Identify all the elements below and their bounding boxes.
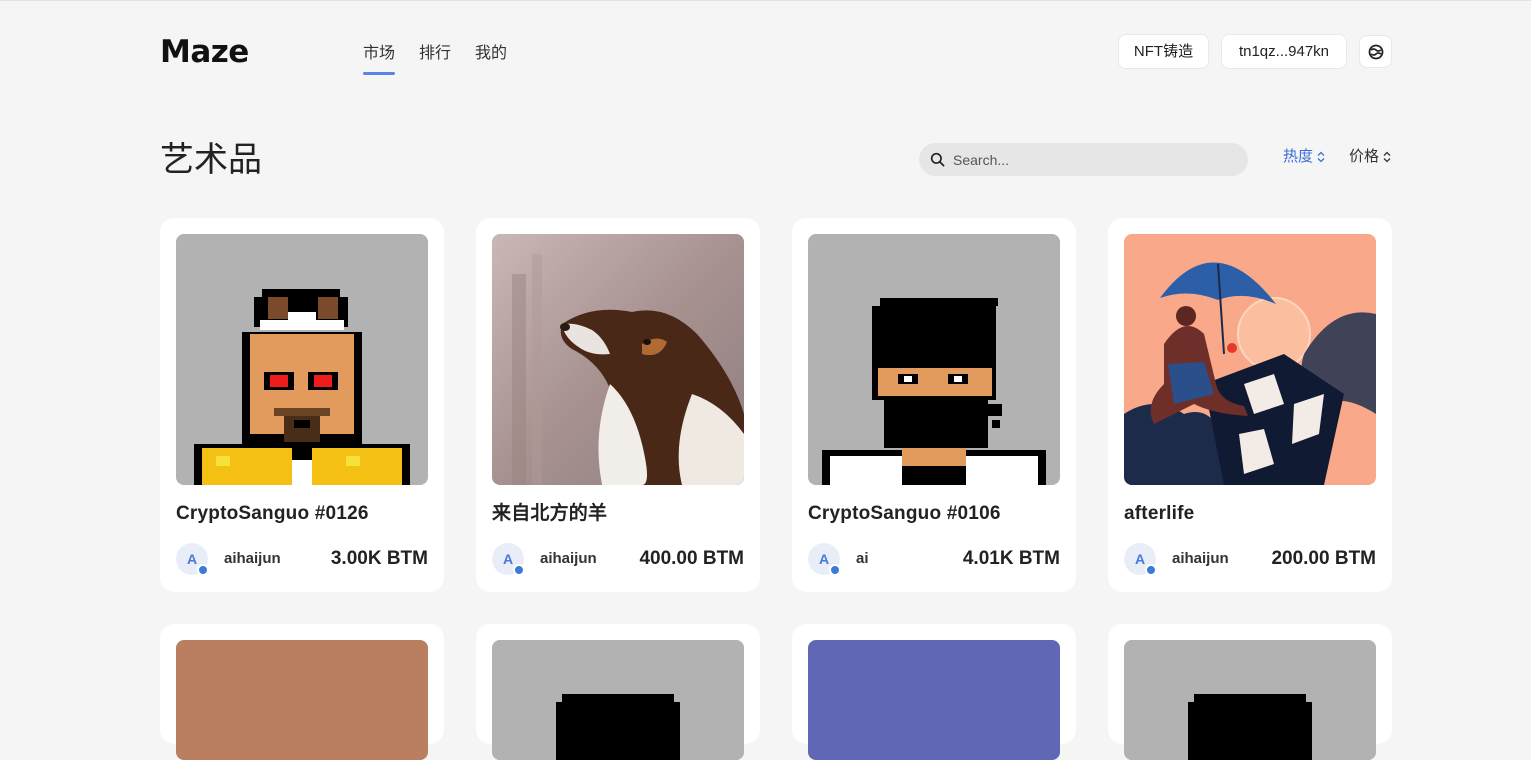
nav-tab-market[interactable]: 市场 bbox=[363, 43, 396, 75]
logo[interactable]: Maze bbox=[160, 34, 249, 70]
verified-badge-icon bbox=[197, 564, 209, 576]
owner-name[interactable]: ai bbox=[856, 549, 869, 569]
nft-image[interactable] bbox=[176, 640, 428, 760]
sort-by-heat[interactable]: 热度 bbox=[1283, 147, 1325, 167]
nft-card[interactable]: 来自北方的羊 A aihaijun 400.00 BTM bbox=[476, 218, 760, 592]
nft-name[interactable]: CryptoSanguo #0126 bbox=[176, 502, 369, 526]
owner-name[interactable]: aihaijun bbox=[540, 549, 597, 569]
nft-name[interactable]: 来自北方的羊 bbox=[492, 502, 607, 526]
sort-price-label: 价格 bbox=[1349, 148, 1380, 165]
nav-tab-mine[interactable]: 我的 bbox=[475, 43, 507, 65]
nft-price: 200.00 BTM bbox=[1271, 548, 1376, 569]
verified-badge-icon bbox=[1145, 564, 1157, 576]
nft-image[interactable] bbox=[492, 640, 744, 760]
nft-card[interactable]: CryptoSanguo #0126 A aihaijun 3.00K BTM bbox=[160, 218, 444, 592]
owner-name[interactable]: aihaijun bbox=[224, 549, 281, 569]
sort-caret-icon bbox=[1317, 151, 1325, 163]
sort-heat-label: 热度 bbox=[1283, 148, 1314, 165]
nft-image[interactable] bbox=[1124, 234, 1376, 485]
nft-image[interactable] bbox=[176, 234, 428, 485]
search-input[interactable] bbox=[953, 151, 1233, 168]
verified-badge-icon bbox=[513, 564, 525, 576]
search-bar[interactable] bbox=[919, 143, 1248, 176]
top-border bbox=[0, 0, 1531, 1]
nft-name[interactable]: afterlife bbox=[1124, 502, 1194, 526]
language-icon bbox=[1368, 44, 1383, 59]
nft-mint-button[interactable]: NFT铸造 bbox=[1118, 34, 1209, 69]
page-title: 艺术品 bbox=[160, 140, 262, 180]
nft-price: 3.00K BTM bbox=[330, 548, 428, 569]
nft-card[interactable] bbox=[792, 624, 1076, 760]
sort-by-price[interactable]: 价格 bbox=[1349, 147, 1391, 167]
main-nav: 市场 排行 我的 bbox=[363, 43, 507, 75]
nft-image[interactable] bbox=[808, 234, 1060, 485]
nft-image[interactable] bbox=[1124, 640, 1376, 760]
nft-card[interactable] bbox=[1108, 624, 1392, 760]
sort-caret-icon bbox=[1383, 151, 1391, 163]
nft-image[interactable] bbox=[808, 640, 1060, 760]
nft-card[interactable] bbox=[160, 624, 444, 760]
nft-price: 400.00 BTM bbox=[639, 548, 744, 569]
language-button[interactable] bbox=[1359, 35, 1392, 68]
wallet-address-button[interactable]: tn1qz...947kn bbox=[1221, 34, 1347, 69]
verified-badge-icon bbox=[829, 564, 841, 576]
search-icon bbox=[930, 152, 945, 167]
nft-card[interactable]: CryptoSanguo #0106 A ai 4.01K BTM bbox=[792, 218, 1076, 592]
owner-name[interactable]: aihaijun bbox=[1172, 549, 1229, 569]
nft-card[interactable]: afterlife A aihaijun 200.00 BTM bbox=[1108, 218, 1392, 592]
nav-tab-ranking[interactable]: 排行 bbox=[419, 43, 451, 65]
nft-image[interactable] bbox=[492, 234, 744, 485]
nft-price: 4.01K BTM bbox=[962, 548, 1060, 569]
nft-card[interactable] bbox=[476, 624, 760, 760]
nft-name[interactable]: CryptoSanguo #0106 bbox=[808, 502, 1001, 526]
